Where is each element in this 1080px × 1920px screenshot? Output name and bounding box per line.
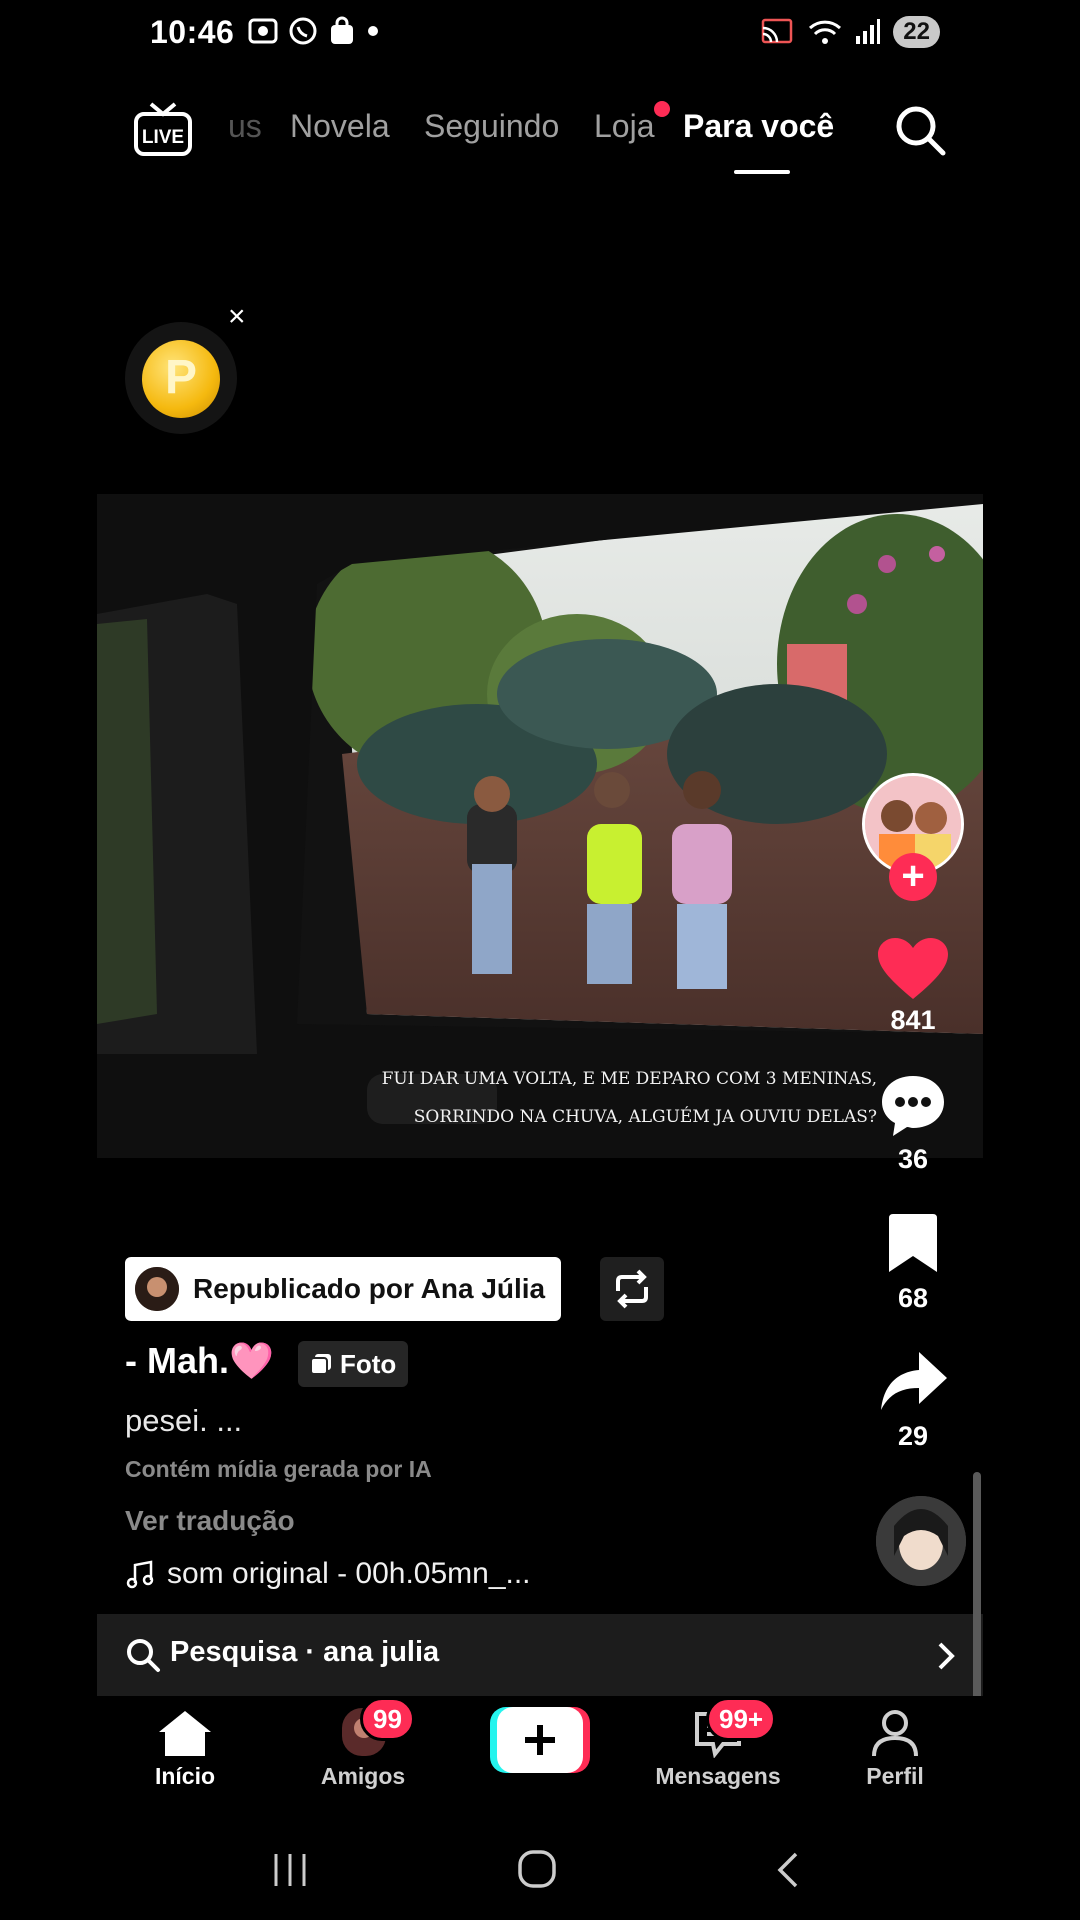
nav-perfil-label: Perfil (866, 1763, 924, 1789)
photo-illustration: FUI DAR UMA VOLTA, E ME DEPARO COM 3 MEN… (97, 494, 983, 1158)
bookmark-icon[interactable] (885, 1214, 941, 1274)
translate-link[interactable]: Ver tradução (125, 1505, 295, 1537)
status-time: 10:46 (150, 14, 235, 50)
post-photo[interactable]: FUI DAR UMA VOLTA, E ME DEPARO COM 3 MEN… (97, 494, 983, 1158)
comment-icon[interactable] (879, 1073, 947, 1139)
photo-caption-line2: SORRINDO NA CHUVA, ALGUÉM JA OUVIU DELAS… (414, 1106, 877, 1127)
photo-badge: Foto (298, 1341, 409, 1387)
reposter-avatar (135, 1267, 179, 1311)
comment-count: 36 (897, 1144, 929, 1174)
search-suggestion-icon (127, 1639, 160, 1672)
tab-para-voce[interactable]: Para você (683, 108, 834, 145)
coin-letter: P (164, 351, 197, 404)
messages-badge: 99+ (706, 1697, 777, 1741)
share-count: 29 (897, 1421, 929, 1451)
sound-disc[interactable] (876, 1496, 966, 1586)
create-button[interactable] (490, 1707, 590, 1773)
photo-caption-line1: FUI DAR UMA VOLTA, E ME DEPARO COM 3 MEN… (382, 1069, 877, 1089)
tab-seguindo[interactable]: Seguindo (424, 108, 559, 145)
live-label: LIVE (142, 127, 184, 148)
sound-row[interactable]: som original - 00h.05mn_... (125, 1557, 531, 1591)
profile-icon (872, 1710, 918, 1757)
cast-icon (762, 18, 793, 44)
home-button-icon[interactable] (516, 1848, 558, 1890)
screenshot-icon (248, 18, 278, 44)
loja-notification-dot (654, 101, 670, 117)
photo-badge-icon (310, 1354, 331, 1375)
home-icon (159, 1711, 211, 1756)
recent-apps-icon[interactable] (270, 1850, 310, 1890)
sound-label: som original - 00h.05mn_... (167, 1557, 531, 1590)
nav-inicio[interactable]: Início (115, 1708, 255, 1790)
music-note-icon (126, 1560, 154, 1589)
status-left-icons (248, 16, 380, 46)
wifi-icon (809, 20, 842, 44)
tab-novela[interactable]: Novela (290, 108, 390, 145)
heart-icon[interactable] (876, 937, 950, 1001)
author-name[interactable]: - Mah.🩷 (125, 1340, 274, 1382)
coin-close-icon[interactable]: × (228, 300, 246, 334)
photo-badge-label: Foto (340, 1348, 397, 1379)
ai-content-note: Contém mídia gerada por IA (125, 1456, 432, 1482)
repost-icon (616, 1269, 648, 1309)
shopping-bag-icon (331, 16, 353, 44)
like-count: 841 (890, 1005, 936, 1035)
share-icon[interactable] (879, 1350, 949, 1412)
tab-loja[interactable]: Loja (594, 108, 655, 145)
follow-button[interactable]: + (889, 853, 937, 901)
status-right-icons: 22 (759, 16, 940, 48)
repost-button[interactable] (600, 1257, 664, 1321)
friends-badge: 99 (360, 1697, 415, 1741)
live-icon[interactable]: LIVE (133, 100, 193, 158)
save-count: 68 (897, 1283, 929, 1313)
repost-label: Republicado por Ana Júlia (193, 1273, 546, 1304)
nav-inicio-label: Início (154, 1763, 216, 1789)
battery-level: 22 (893, 16, 940, 48)
post-description[interactable]: pesei. ... (125, 1403, 242, 1439)
nav-mensagens-label: Mensagens (655, 1763, 781, 1789)
chevron-right-icon (938, 1642, 955, 1670)
nav-perfil[interactable]: Perfil (825, 1708, 965, 1790)
signal-icon (856, 19, 881, 44)
search-suggestion-text: Pesquisa · ana julia (170, 1636, 440, 1668)
notification-dot-icon (368, 26, 378, 36)
whatsapp-icon (289, 17, 317, 45)
search-icon[interactable] (893, 103, 947, 157)
tab-partial[interactable]: us (228, 108, 262, 145)
nav-amigos-label: Amigos (320, 1763, 406, 1789)
active-tab-indicator (734, 170, 790, 174)
system-nav-bar (0, 1820, 1080, 1920)
repost-banner[interactable]: Republicado por Ana Júlia (125, 1257, 562, 1321)
back-icon[interactable] (772, 1850, 802, 1890)
